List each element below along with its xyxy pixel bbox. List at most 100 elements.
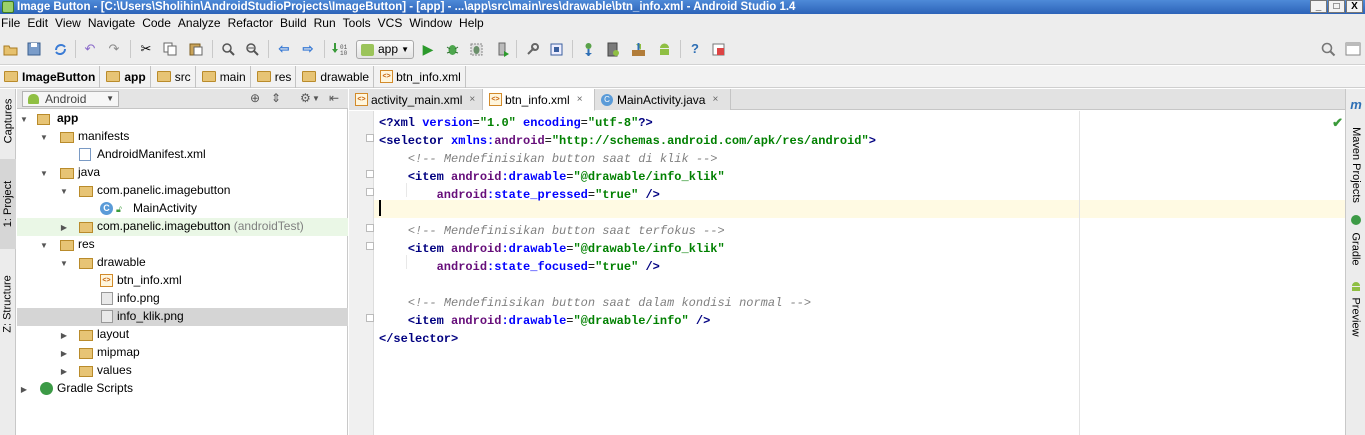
save-icon[interactable] [26,41,42,57]
stop-icon[interactable] [710,41,726,57]
close-tab-icon[interactable]: × [577,94,583,105]
paste-icon[interactable] [188,41,204,57]
avd-manager-icon[interactable] [604,41,620,57]
menu-build[interactable]: Build [278,14,312,33]
fold-marker-icon[interactable] [366,242,374,250]
captures-tab[interactable]: Captures [0,91,16,151]
sync-icon[interactable] [52,41,68,57]
breadcrumb-btn-info-xml[interactable]: <> btn_info.xml [376,65,466,88]
menu-code[interactable]: Code [140,14,176,33]
tree-item-java[interactable]: ▼ java [17,164,348,182]
undo-icon[interactable]: ↶ [82,41,98,57]
tree-item-info-klik-png[interactable]: info_klik.png [17,308,348,326]
tree-item-btn-info-xml[interactable]: <> btn_info.xml [17,272,348,290]
tree-item-info-png[interactable]: info.png [17,290,348,308]
structure-tab[interactable]: Z: Structure [0,259,16,349]
redo-icon[interactable]: ↷ [106,41,122,57]
tree-item-manifests[interactable]: ▼ manifests [17,128,348,146]
expand-arrow-icon[interactable]: ▶ [59,331,69,340]
breadcrumb-drawable[interactable]: drawable [298,65,375,88]
tree-item-package[interactable]: ▼ com.panelic.imagebutton [17,182,348,200]
hide-panel-icon[interactable]: ⇤ [329,91,339,105]
menu-view[interactable]: View [53,14,86,33]
expand-arrow-icon[interactable]: ▼ [39,169,49,178]
tree-item-res[interactable]: ▼ res [17,236,348,254]
tree-item-mipmap[interactable]: ▶ mipmap [17,344,348,362]
tree-item-mainactivity[interactable]: C 🔓︎ MainActivity [17,200,348,218]
project-tab[interactable]: 1: Project [0,159,16,249]
minimize-button[interactable]: _ [1310,0,1327,13]
fold-marker-icon[interactable] [366,314,374,322]
cut-icon[interactable]: ✂ [138,41,154,57]
tree-item-values[interactable]: ▶ values [17,362,348,380]
menu-vcs[interactable]: VCS [376,14,408,33]
tab-btn-info-xml[interactable]: <> btn_info.xml × [483,89,595,111]
expand-arrow-icon[interactable]: ▼ [39,241,49,250]
expand-arrow-icon[interactable]: ▶ [59,349,69,358]
breadcrumb-main[interactable]: main [198,65,251,88]
sdk-manager-icon[interactable] [630,41,646,57]
menu-navigate[interactable]: Navigate [86,14,140,33]
close-tab-icon[interactable]: × [469,94,475,105]
preview-tab[interactable]: Preview [1346,295,1365,339]
attach-debugger-icon[interactable] [468,41,484,57]
fold-marker-icon[interactable] [366,224,374,232]
menu-file[interactable]: File [0,14,25,33]
fold-marker-icon[interactable] [366,134,374,142]
menu-edit[interactable]: Edit [25,14,53,33]
gear-icon[interactable]: ⚙ [300,91,311,105]
run-coverage-icon[interactable] [494,41,510,57]
android-monitor-icon[interactable] [656,41,672,57]
replace-icon[interactable] [244,41,260,57]
fold-marker-icon[interactable] [366,170,374,178]
help-icon[interactable]: ? [687,41,703,57]
project-view-dropdown[interactable]: Android ▼ [22,91,119,107]
search-everywhere-icon[interactable] [1320,41,1336,57]
tree-item-androidmanifest[interactable]: AndroidManifest.xml [17,146,348,164]
collapse-all-icon[interactable]: ⇕ [271,91,281,105]
expand-arrow-icon[interactable]: ▶ [59,367,69,376]
tab-mainactivity-java[interactable]: C MainActivity.java × [595,89,731,110]
maven-projects-tab[interactable]: Maven Projects [1346,115,1365,215]
expand-arrow-icon[interactable]: ▼ [59,187,69,196]
chevron-down-icon[interactable]: ▼ [312,94,320,103]
menu-analyze[interactable]: Analyze [176,14,226,33]
expand-arrow-icon[interactable]: ▶ [59,223,69,232]
breadcrumb-src[interactable]: src [153,65,196,88]
tree-item-gradle-scripts[interactable]: ▶ Gradle Scripts [17,380,348,398]
tree-item-app[interactable]: ▼ app [17,110,348,128]
expand-arrow-icon[interactable]: ▼ [19,115,29,124]
expand-arrow-icon[interactable]: ▶ [19,385,29,394]
menu-run[interactable]: Run [312,14,341,33]
expand-arrow-icon[interactable]: ▼ [59,259,69,268]
tree-item-layout[interactable]: ▶ layout [17,326,348,344]
tree-item-package-androidtest[interactable]: ▶ com.panelic.imagebutton (androidTest) [17,218,348,236]
open-folder-icon[interactable] [2,41,18,57]
menu-help[interactable]: Help [457,14,489,33]
fold-marker-icon[interactable] [366,188,374,196]
tab-activity-main-xml[interactable]: <> activity_main.xml × [349,89,483,110]
tree-item-drawable[interactable]: ▼ drawable [17,254,348,272]
settings-icon[interactable] [548,41,564,57]
editor-gutter[interactable] [349,111,374,435]
close-window-button[interactable]: X [1346,0,1363,13]
copy-icon[interactable] [162,41,178,57]
make-project-icon[interactable]: 01 10 [331,41,347,57]
find-icon[interactable] [220,41,236,57]
menu-tools[interactable]: Tools [341,14,376,33]
breadcrumb-res[interactable]: res [253,65,297,88]
sync-gradle-icon[interactable] [580,41,596,57]
gradle-tab[interactable]: Gradle [1346,229,1365,269]
run-icon[interactable]: ▶ [420,41,436,57]
window-icon[interactable] [1345,41,1361,57]
run-configuration-dropdown[interactable]: app ▼ [356,40,414,59]
maximize-button[interactable]: □ [1328,0,1345,13]
breadcrumb-imagebutton[interactable]: ImageButton [0,65,101,88]
menu-refactor[interactable]: Refactor [226,14,278,33]
back-icon[interactable]: ⇦ [276,41,292,57]
forward-icon[interactable]: ⇨ [300,41,316,57]
scroll-from-source-icon[interactable]: ⊕ [250,91,260,105]
menu-window[interactable]: Window [407,14,457,33]
expand-arrow-icon[interactable]: ▼ [39,133,49,142]
close-tab-icon[interactable]: × [712,94,718,105]
